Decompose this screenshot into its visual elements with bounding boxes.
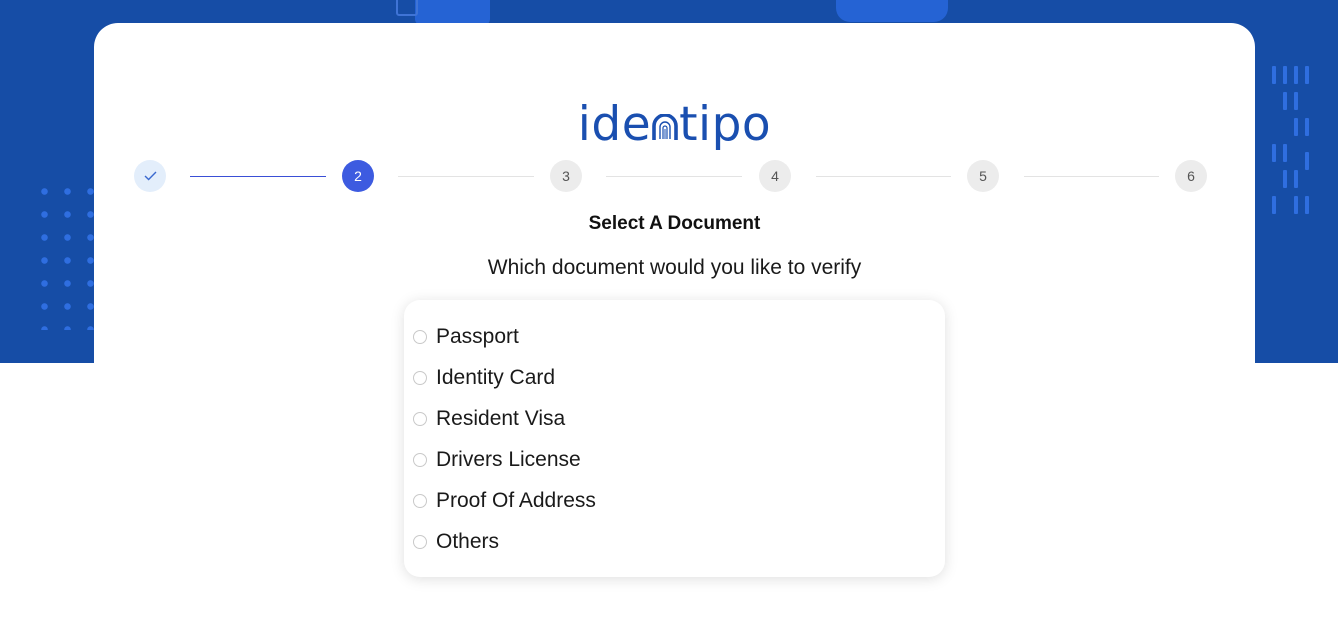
logo-text-end: tipo — [679, 97, 772, 152]
document-options: Passport Identity Card Resident Visa Dri… — [404, 300, 945, 577]
step-connector — [1024, 176, 1159, 177]
progress-stepper: 2 3 4 5 6 — [134, 160, 1207, 192]
option-resident-visa[interactable]: Resident Visa — [413, 404, 565, 434]
step-connector — [190, 176, 326, 177]
option-others[interactable]: Others — [413, 527, 499, 557]
check-icon — [144, 171, 156, 181]
option-drivers-license[interactable]: Drivers License — [413, 445, 581, 475]
decorative-square — [396, 0, 418, 16]
page-title: Select A Document — [588, 213, 761, 234]
decorative-shape — [415, 0, 490, 25]
logo-text-start: ide — [577, 97, 652, 152]
radio-button[interactable] — [413, 412, 427, 426]
verification-card: ide tipo 2 3 4 5 6 Select A Document Whic… — [94, 23, 1255, 623]
decorative-shape — [836, 0, 948, 22]
option-identity-card[interactable]: Identity Card — [413, 363, 555, 393]
option-label: Drivers License — [436, 448, 581, 471]
step-1[interactable] — [134, 160, 166, 192]
option-label: Proof Of Address — [436, 489, 596, 512]
step-4[interactable]: 4 — [759, 160, 791, 192]
step-connector — [816, 176, 951, 177]
page-subtitle: Which document would you like to verify — [487, 256, 862, 279]
option-proof-of-address[interactable]: Proof Of Address — [413, 486, 596, 516]
fingerprint-icon — [652, 114, 678, 140]
step-5[interactable]: 5 — [967, 160, 999, 192]
option-label: Others — [436, 530, 500, 553]
step-connector — [606, 176, 742, 177]
decorative-dot-grid — [33, 180, 95, 330]
brand-logo: ide tipo — [94, 101, 1255, 148]
radio-button[interactable] — [413, 371, 427, 385]
option-label: Identity Card — [436, 366, 556, 389]
step-connector — [398, 176, 534, 177]
option-label: Resident Visa — [436, 407, 566, 430]
radio-button[interactable] — [413, 494, 427, 508]
radio-button[interactable] — [413, 535, 427, 549]
radio-button[interactable] — [413, 453, 427, 467]
decorative-bars — [1266, 62, 1316, 222]
radio-button[interactable] — [413, 330, 427, 344]
option-passport[interactable]: Passport — [413, 322, 519, 352]
option-label: Passport — [436, 325, 519, 348]
step-6[interactable]: 6 — [1175, 160, 1207, 192]
step-2[interactable]: 2 — [342, 160, 374, 192]
step-3[interactable]: 3 — [550, 160, 582, 192]
